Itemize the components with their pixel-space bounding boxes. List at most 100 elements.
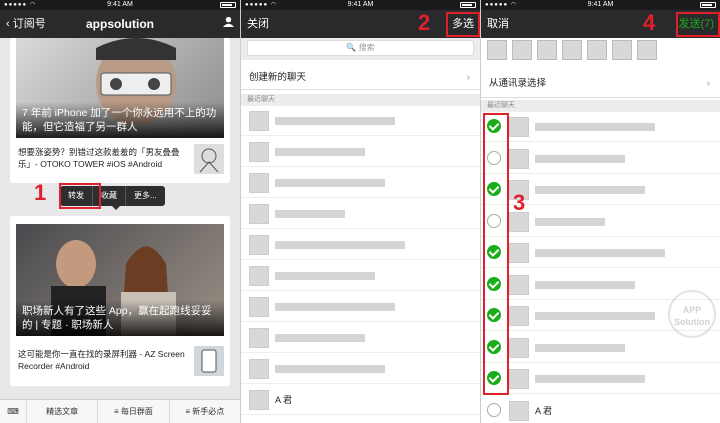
- search-input[interactable]: 🔍 搜索: [247, 40, 474, 56]
- chat-name-blurred: [275, 241, 405, 249]
- avatar: [509, 117, 529, 137]
- menu-featured[interactable]: 精选文章: [26, 400, 97, 423]
- article-thumb-2: [194, 346, 224, 376]
- chat-row[interactable]: [241, 354, 480, 384]
- watermark-line-1: APP: [682, 305, 702, 315]
- chat-name-blurred: [535, 123, 655, 131]
- article-card-1[interactable]: 7 年前 iPhone 加了一个你永远用不上的功能，但它造福了另一群人 想要涨姿…: [10, 38, 230, 183]
- avatar: [509, 337, 529, 358]
- avatar[interactable]: [587, 40, 607, 60]
- chat-row[interactable]: A 君: [481, 396, 720, 423]
- chat-name-blurred: [275, 303, 395, 311]
- chat-row[interactable]: [481, 112, 720, 142]
- chat-row[interactable]: [241, 168, 480, 198]
- status-bar: ●●●●● ◠ 9:41 AM: [241, 0, 480, 10]
- avatar: [509, 274, 529, 295]
- chevron-right-icon: ›: [706, 78, 710, 89]
- close-button[interactable]: 关闭: [247, 10, 269, 38]
- avatar[interactable]: [637, 40, 657, 60]
- chat-row[interactable]: [241, 261, 480, 291]
- avatar: [249, 204, 269, 224]
- chat-row[interactable]: [241, 323, 480, 353]
- status-time: 9:41 AM: [587, 1, 614, 8]
- avatar[interactable]: [537, 40, 557, 60]
- recent-chats-header: 最近聊天: [241, 94, 480, 106]
- avatar: [249, 173, 269, 193]
- avatar[interactable]: [612, 40, 632, 60]
- avatar: [249, 328, 269, 348]
- chat-row[interactable]: [241, 230, 480, 260]
- page-title: appsolution: [86, 17, 154, 31]
- avatar: [509, 148, 529, 169]
- cancel-button[interactable]: 取消: [487, 10, 509, 38]
- article-summary-1: 想要涨姿势？别错过这款羞羞的「男友叠叠乐」- OTOKO TOWER #iOS …: [18, 147, 180, 169]
- avatar: [509, 400, 529, 421]
- highlight-checkboxes: [483, 113, 509, 395]
- chat-name-blurred: [535, 249, 665, 257]
- navbar: 关闭 多选: [241, 10, 480, 38]
- avatar[interactable]: [562, 40, 582, 60]
- chat-name-blurred: [535, 343, 625, 352]
- more-menu-item[interactable]: 更多...: [126, 186, 165, 206]
- new-chat-label: 创建新的聊天: [249, 72, 307, 83]
- chat-row[interactable]: [241, 199, 480, 229]
- battery-icon: [700, 2, 716, 8]
- chat-row[interactable]: [241, 292, 480, 322]
- chat-row[interactable]: [241, 106, 480, 136]
- unchecked-circle-icon[interactable]: [487, 402, 501, 417]
- from-contacts-label: 从通讯录选择: [489, 78, 547, 89]
- menu-newbie-prefix: ≡: [185, 407, 191, 416]
- article-image-2: 职场新人有了这些 App，赢在起跑线妥妥的 | 专题 · 职场新人: [16, 224, 224, 336]
- menu-daily[interactable]: ≡ 每日群面: [97, 400, 168, 423]
- chat-name-blurred: [535, 280, 635, 289]
- profile-icon[interactable]: [223, 10, 234, 38]
- chat-name-blurred: [535, 154, 625, 163]
- article-summary-2: 这可能是你一直在找的录屏利器 - AZ Screen Recorder #And…: [18, 349, 185, 371]
- chat-name-blurred: [535, 186, 645, 194]
- battery-icon: [460, 2, 476, 8]
- highlight-multi-select: [446, 12, 480, 37]
- article-card-2[interactable]: 职场新人有了这些 App，赢在起跑线妥妥的 | 专题 · 职场新人 这可能是你一…: [10, 216, 230, 386]
- signal-icon: ●●●●● ◠: [485, 2, 518, 8]
- status-time: 9:41 AM: [107, 1, 133, 8]
- app-solution-watermark: APP Solution: [668, 290, 716, 338]
- chat-row[interactable]: [481, 238, 720, 268]
- avatar[interactable]: [487, 40, 507, 60]
- chat-name: A 君: [275, 395, 293, 405]
- chat-name-blurred: [275, 117, 395, 125]
- step-2-label: 2: [418, 10, 431, 35]
- avatar: [249, 359, 269, 379]
- keyboard-icon[interactable]: ⌨: [0, 400, 26, 423]
- bottom-menu-bar: ⌨ 精选文章 ≡ 每日群面 ≡ 新手必点: [0, 399, 240, 423]
- menu-daily-label: 每日群面: [120, 407, 153, 416]
- chat-name-blurred: [275, 179, 385, 187]
- step-1-label: 1: [34, 180, 47, 205]
- signal-icon: ●●●●● ◠: [245, 2, 278, 8]
- chat-name-blurred: [275, 210, 345, 218]
- status-bar: ●●●●● ◠ 9:41 AM: [0, 0, 240, 10]
- article-title-1: 7 年前 iPhone 加了一个你永远用不上的功能，但它造福了另一群人: [16, 102, 224, 138]
- chat-row[interactable]: [481, 333, 720, 363]
- avatar[interactable]: [512, 40, 532, 60]
- chat-row[interactable]: [481, 364, 720, 394]
- chat-name-blurred: [535, 312, 655, 320]
- selected-avatars: [487, 40, 720, 62]
- highlight-forward: [59, 183, 101, 209]
- avatar: [249, 142, 269, 162]
- menu-newbie[interactable]: ≡ 新手必点: [168, 400, 240, 423]
- chat-row[interactable]: A 君: [241, 385, 480, 415]
- step-4-label: 4: [643, 10, 656, 35]
- battery-icon: [220, 2, 236, 8]
- chat-row[interactable]: [241, 137, 480, 167]
- chat-row[interactable]: [481, 144, 720, 174]
- new-chat-item[interactable]: 创建新的聊天 ›: [241, 66, 480, 90]
- panel-article-view: ●●●●● ◠ 9:41 AM ‹ 订阅号 appsolution 7 年前 i…: [0, 0, 240, 423]
- avatar: [509, 243, 529, 263]
- status-time: 9:41 AM: [347, 1, 374, 8]
- avatar: [249, 390, 269, 410]
- watermark-line-2: Solution: [674, 317, 710, 327]
- chat-name-blurred: [275, 365, 385, 373]
- avatar: [249, 111, 269, 131]
- from-contacts-item[interactable]: 从通讯录选择 ›: [481, 70, 720, 98]
- chat-name-blurred: [275, 272, 375, 280]
